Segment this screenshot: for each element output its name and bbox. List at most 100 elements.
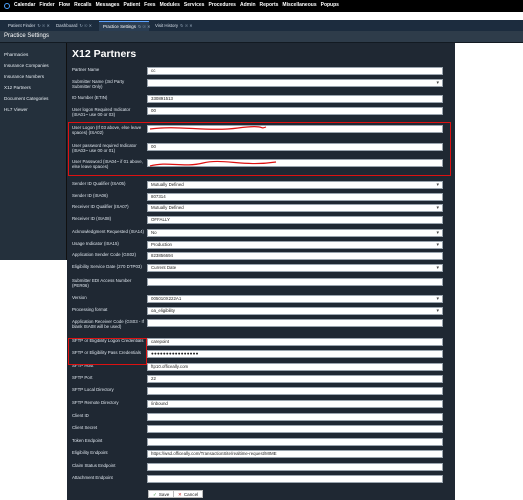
input-submitter-edi-access-number-per06[interactable] bbox=[147, 278, 443, 286]
select-submitter-name-3rd-party-submitter-only[interactable] bbox=[147, 79, 443, 87]
input-eligibility-endpoint[interactable]: https://wsd.officeally.com/TransactionSi… bbox=[147, 450, 443, 458]
input-attachment-endpoint[interactable] bbox=[147, 475, 443, 483]
menu-item-popups[interactable]: Popups bbox=[321, 2, 339, 8]
menu-item-services[interactable]: Services bbox=[184, 2, 205, 8]
select-processing-format[interactable]: oa_eligibility bbox=[147, 307, 443, 315]
menu-item-recalls[interactable]: Recalls bbox=[74, 2, 92, 8]
menu-item-calendar[interactable]: Calendar bbox=[14, 2, 35, 8]
input-sftp-or-eligibility-logon-credentials[interactable]: carepoint bbox=[147, 338, 443, 346]
input-sftp-or-eligibility-pass-credentials[interactable]: ●●●●●●●●●●●●●●●● bbox=[147, 350, 443, 358]
tab-label: Dashboard bbox=[56, 23, 78, 28]
app-logo-icon[interactable] bbox=[4, 3, 10, 9]
label-application-receiver-code-gs03-if-blank-: Application Receiver Code (GS03 - If bla… bbox=[72, 319, 144, 330]
menu-item-fees[interactable]: Fees bbox=[144, 2, 155, 8]
tab-visit-history[interactable]: Visit History ↻ ☉ ✕ bbox=[151, 21, 195, 31]
field-value: 807314 bbox=[151, 194, 166, 199]
input-token-endpoint[interactable] bbox=[147, 438, 443, 446]
input-id-number-etin[interactable]: 330891513 bbox=[147, 95, 443, 103]
input-user-logon-if-03-above-else-leave-spaces[interactable] bbox=[147, 125, 443, 133]
save-button[interactable]: ✓ Save bbox=[148, 490, 175, 498]
field-value: 22 bbox=[151, 376, 156, 381]
check-icon: ✓ bbox=[153, 492, 157, 497]
select-eligibility-service-date-270-dtp03[interactable]: Current Date bbox=[147, 264, 443, 272]
tab-controls-icon[interactable]: ↻ ☉ ✕ bbox=[37, 23, 50, 28]
menu-item-finder[interactable]: Finder bbox=[39, 2, 54, 8]
input-user-password-required-indicator-isa03-u[interactable]: 00 bbox=[147, 143, 443, 151]
top-nav-bar: Calendar Finder Flow Recalls Messages Patient… bbox=[0, 0, 523, 12]
field-value: Current Date bbox=[151, 265, 177, 270]
section-header: Practice Settings bbox=[0, 31, 523, 43]
menu-item-procedures[interactable]: Procedures bbox=[208, 2, 236, 8]
input-sftp-remote-directory[interactable]: /inbound bbox=[147, 400, 443, 408]
input-sender-id-isa06[interactable]: 807314 bbox=[147, 193, 443, 201]
tab-practice-settings[interactable]: Practice Settings ↻ ☉ ✕ bbox=[99, 21, 151, 31]
label-claim-status-endpoint: Claim Status Endpoint bbox=[72, 463, 116, 468]
field-value: Mutually Defined bbox=[151, 182, 184, 187]
tab-bar: Patient Finder ↻ ☉ ✕ Dashboard ↻ ☉ ✕ Practic… bbox=[0, 20, 523, 31]
label-application-sender-code-gs02: Application Sender Code (GS02) bbox=[72, 252, 136, 257]
section-title: Practice Settings bbox=[4, 33, 50, 39]
input-sftp-port[interactable]: 22 bbox=[147, 375, 443, 383]
tab-controls-icon[interactable]: ↻ ☉ ✕ bbox=[180, 23, 193, 28]
input-client-id[interactable] bbox=[147, 413, 443, 421]
tab-controls-icon[interactable]: ↻ ☉ ✕ bbox=[79, 23, 92, 28]
input-partner-name[interactable]: cc bbox=[147, 67, 443, 75]
input-application-sender-code-gs02[interactable]: 823856694 bbox=[147, 252, 443, 260]
label-eligibility-endpoint: Eligibility Endpoint bbox=[72, 450, 108, 455]
sidebar-item-x12-partners[interactable]: X12 Partners bbox=[4, 85, 31, 90]
menu-item-flow[interactable]: Flow bbox=[59, 2, 70, 8]
field-value: oa_eligibility bbox=[151, 308, 175, 313]
main-panel: X12 Partners Partner Name cc Submitter Nam… bbox=[67, 43, 455, 500]
close-icon: ✕ bbox=[178, 492, 182, 497]
cancel-button[interactable]: ✕ Cancel bbox=[173, 490, 204, 498]
field-value: OFFALLY bbox=[151, 217, 170, 222]
label-acknowledgment-requested-isa14: Acknowledgment Requested (ISA14) bbox=[72, 229, 144, 234]
label-sender-id-qualifier-isa05: Sender ID Qualifier (ISA05) bbox=[72, 181, 126, 186]
label-sftp-or-eligibility-pass-credentials: SFTP or Eligibility Pass Credentials bbox=[72, 350, 141, 355]
sidebar-item-insurance-numbers[interactable]: Insurance Numbers bbox=[4, 74, 44, 79]
input-client-secret[interactable] bbox=[147, 425, 443, 433]
sidebar: Pharmacies Insurance Companies Insurance N… bbox=[0, 43, 67, 260]
select-receiver-id-qualifier-isa07[interactable]: Mutually Defined bbox=[147, 204, 443, 212]
field-value: 00 bbox=[151, 144, 156, 149]
input-claim-status-endpoint[interactable] bbox=[147, 463, 443, 471]
label-sftp-local-directory: SFTP Local Directory bbox=[72, 387, 114, 392]
sidebar-item-pharmacies[interactable]: Pharmacies bbox=[4, 52, 28, 57]
input-user-password-isa04-if-01-above-else-lea[interactable] bbox=[147, 159, 443, 167]
select-version[interactable]: 005010X222A1 bbox=[147, 295, 443, 303]
label-client-id: Client ID bbox=[72, 413, 89, 418]
input-application-receiver-code-gs03-if-blank-[interactable] bbox=[147, 319, 443, 327]
tab-dashboard[interactable]: Dashboard ↻ ☉ ✕ bbox=[52, 21, 96, 31]
main-menu: Calendar Finder Flow Recalls Messages Patient… bbox=[14, 2, 339, 8]
select-sender-id-qualifier-isa05[interactable]: Mutually Defined bbox=[147, 181, 443, 189]
tab-controls-icon[interactable]: ↻ ☉ ✕ bbox=[138, 24, 151, 29]
input-receiver-id-isa08[interactable]: OFFALLY bbox=[147, 216, 443, 224]
menu-item-messages[interactable]: Messages bbox=[96, 2, 120, 8]
menu-item-miscellaneous[interactable]: Miscellaneous bbox=[282, 2, 316, 8]
sidebar-item-hl7-viewer[interactable]: HL7 Viewer bbox=[4, 107, 28, 112]
field-value: ●●●●●●●●●●●●●●●● bbox=[151, 351, 199, 356]
select-acknowledgment-requested-isa14[interactable]: No bbox=[147, 229, 443, 237]
select-usage-indicator-isa15[interactable]: Production bbox=[147, 241, 443, 249]
input-user-logon-required-indicator-isa01-use-[interactable]: 00 bbox=[147, 107, 443, 115]
menu-item-modules[interactable]: Modules bbox=[160, 2, 180, 8]
menu-item-reports[interactable]: Reports bbox=[260, 2, 279, 8]
label-sftp-or-eligibility-logon-credentials: SFTP or Eligibility Logon Credentials bbox=[72, 338, 144, 343]
field-value: /inbound bbox=[151, 401, 168, 406]
input-sftp-local-directory[interactable] bbox=[147, 387, 443, 395]
menu-item-admin[interactable]: Admin bbox=[240, 2, 256, 8]
label-client-secret: Client Secret bbox=[72, 425, 98, 430]
input-sftp-host[interactable]: ftp10.officeally.com bbox=[147, 363, 443, 371]
label-submitter-name-3rd-party-submitter-only: Submitter Name (3rd Party Submitter Only… bbox=[72, 79, 125, 90]
page-title: X12 Partners bbox=[72, 48, 137, 60]
tab-patient-finder[interactable]: Patient Finder ↻ ☉ ✕ bbox=[4, 21, 50, 31]
label-partner-name: Partner Name bbox=[72, 67, 100, 72]
sidebar-item-insurance-companies[interactable]: Insurance Companies bbox=[4, 63, 49, 68]
sidebar-item-document-categories[interactable]: Document Categories bbox=[4, 96, 48, 101]
menu-item-patient[interactable]: Patient bbox=[124, 2, 141, 8]
label-version: Version bbox=[72, 295, 87, 300]
tab-label: Practice Settings bbox=[103, 24, 136, 29]
label-sftp-port: SFTP Port bbox=[72, 375, 93, 380]
label-user-password-isa04-if-01-above-else-lea: User Password (ISA04~ if 01 above, else … bbox=[72, 159, 143, 170]
label-receiver-id-qualifier-isa07: Receiver ID Qualifier (ISA07) bbox=[72, 204, 129, 209]
